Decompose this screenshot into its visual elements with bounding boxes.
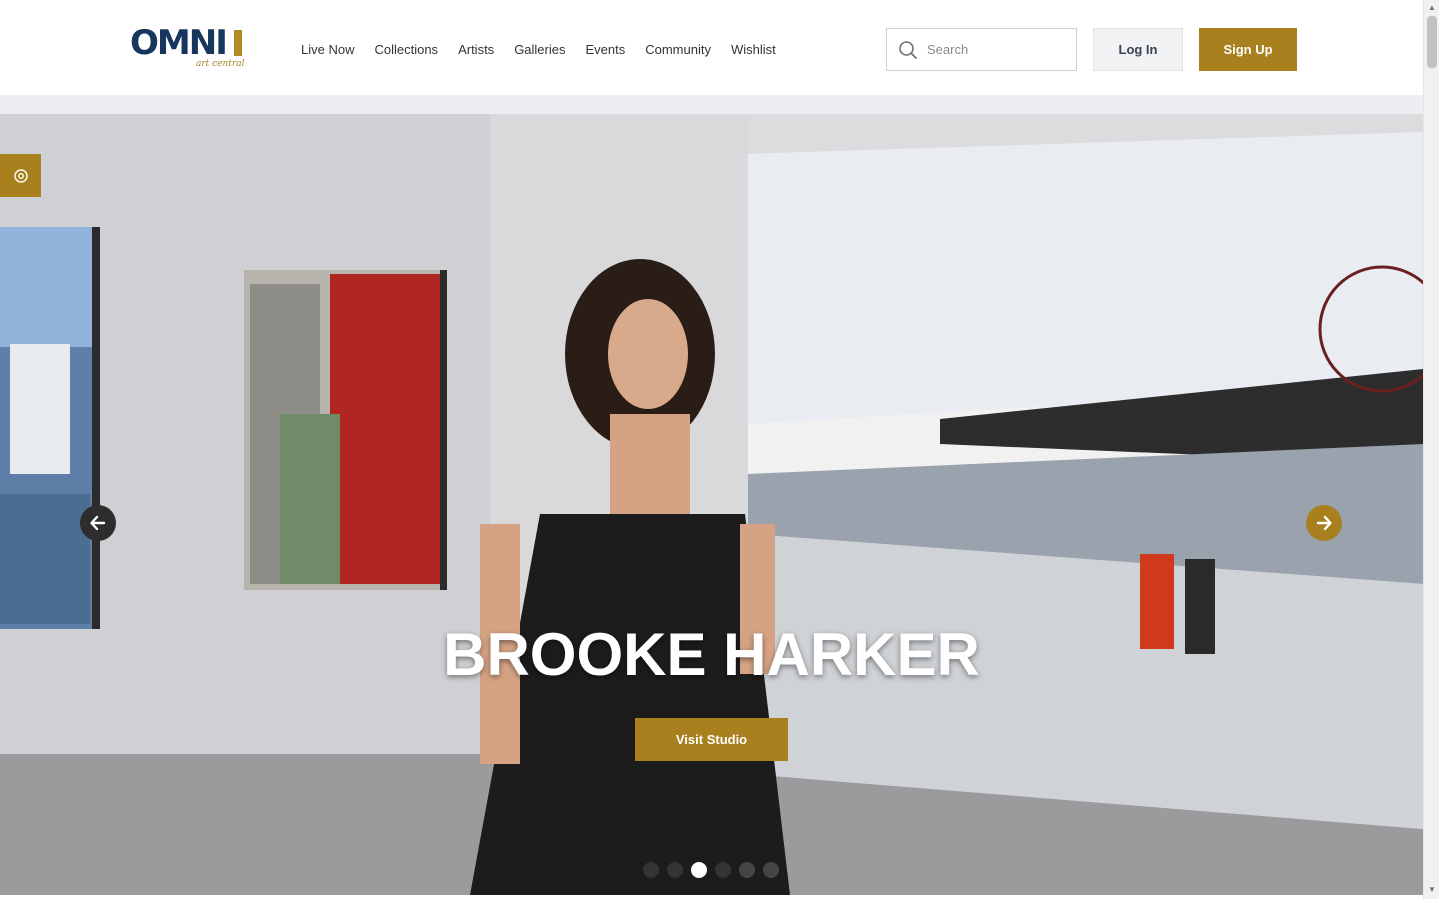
visit-studio-button[interactable]: Visit Studio	[635, 718, 788, 761]
scroll-down-arrow[interactable]: ▼	[1427, 884, 1437, 896]
header-divider	[0, 95, 1423, 114]
nav-item-events[interactable]: Events	[585, 41, 625, 58]
hero-image	[0, 114, 1423, 895]
page: OMNI art central Live Now Collections Ar…	[0, 0, 1423, 899]
hero-title-text: BROOKE HARKER	[443, 621, 980, 688]
logo-accent-bar	[234, 30, 242, 56]
settings-tab[interactable]	[0, 154, 41, 197]
arrow-left-icon	[90, 515, 106, 531]
nav-item-collections[interactable]: Collections	[374, 41, 438, 58]
site-header: OMNI art central Live Now Collections Ar…	[0, 0, 1423, 95]
nav-item-community[interactable]: Community	[645, 41, 711, 58]
page-scrollbar[interactable]: ▲ ▼	[1423, 0, 1439, 899]
slider-dots	[643, 862, 779, 878]
slider-dot[interactable]	[715, 862, 731, 878]
slider-next-button[interactable]	[1306, 505, 1342, 541]
arrow-right-icon	[1316, 515, 1332, 531]
nav-item-wishlist[interactable]: Wishlist	[731, 41, 776, 58]
nav-item-live-now[interactable]: Live Now	[301, 41, 354, 58]
hero-slider: BROOKE HARKER Visit Studio	[0, 114, 1423, 895]
main-nav: Live Now Collections Artists Galleries E…	[301, 41, 776, 58]
search-icon	[899, 41, 917, 59]
slider-prev-button[interactable]	[80, 505, 116, 541]
slider-dot[interactable]	[667, 862, 683, 878]
slider-dot[interactable]	[763, 862, 779, 878]
nav-item-artists[interactable]: Artists	[458, 41, 494, 58]
slider-dot-active[interactable]	[691, 862, 707, 878]
logo-wordmark: OMNI	[130, 23, 228, 63]
search-box	[886, 28, 1077, 71]
hero-title: BROOKE HARKER	[0, 619, 1423, 691]
site-logo[interactable]: OMNI art central	[130, 26, 244, 72]
scroll-up-arrow[interactable]: ▲	[1427, 2, 1437, 14]
slider-dot[interactable]	[739, 862, 755, 878]
logo-tagline: art central	[196, 59, 245, 69]
settings-icon	[13, 168, 28, 183]
search-input[interactable]	[925, 33, 1070, 66]
scroll-thumb[interactable]	[1427, 16, 1437, 68]
signup-button[interactable]: Sign Up	[1199, 28, 1297, 71]
nav-item-galleries[interactable]: Galleries	[514, 41, 565, 58]
login-button[interactable]: Log In	[1093, 28, 1183, 71]
slider-dot[interactable]	[643, 862, 659, 878]
